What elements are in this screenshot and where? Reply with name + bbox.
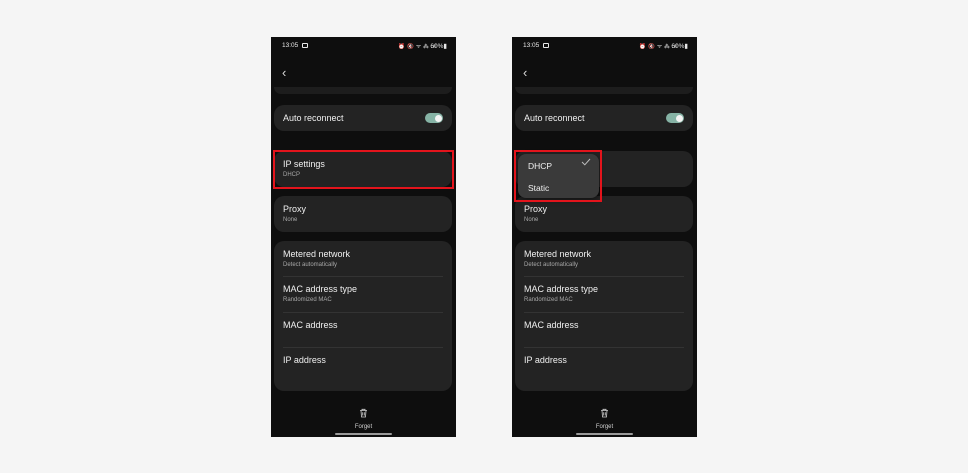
- auto-reconnect-label: Auto reconnect: [283, 113, 344, 123]
- metered-network-value: Detect automatically: [283, 262, 338, 268]
- battery-icon: 60%▮: [671, 43, 688, 50]
- highlight-box: [514, 150, 602, 202]
- network-details-card: Metered network Detect automatically MAC…: [515, 241, 693, 391]
- divider: [283, 347, 443, 348]
- divider: [283, 312, 443, 313]
- back-icon[interactable]: ‹: [523, 66, 527, 79]
- auto-reconnect-card[interactable]: Auto reconnect: [274, 105, 452, 131]
- trash-icon: [360, 408, 367, 418]
- forget-button[interactable]: Forget: [512, 405, 697, 430]
- mac-type-item[interactable]: MAC address type Randomized MAC: [283, 284, 443, 304]
- ip-address-item: IP address: [524, 355, 684, 366]
- proxy-value: None: [283, 217, 298, 223]
- auto-reconnect-toggle[interactable]: [666, 113, 684, 123]
- auto-reconnect-label: Auto reconnect: [524, 113, 585, 123]
- mac-address-item: MAC address: [283, 320, 443, 331]
- mac-type-item[interactable]: MAC address type Randomized MAC: [524, 284, 684, 304]
- highlight-box: [273, 150, 454, 189]
- mac-address-item: MAC address: [524, 320, 684, 331]
- nav-handle[interactable]: [335, 433, 392, 435]
- metered-network-value: Detect automatically: [524, 262, 579, 268]
- mac-address-label: MAC address: [283, 320, 338, 330]
- proxy-card[interactable]: Proxy None: [274, 196, 452, 232]
- metered-network-label: Metered network: [524, 249, 592, 259]
- gallery-icon: [302, 43, 308, 48]
- metered-network-item[interactable]: Metered network Detect automatically: [524, 249, 684, 269]
- status-time: 13:05: [523, 42, 540, 49]
- divider: [524, 276, 684, 277]
- divider: [524, 312, 684, 313]
- mac-type-value: Randomized MAC: [524, 297, 573, 303]
- proxy-label: Proxy: [524, 204, 548, 214]
- card-sliver: [515, 87, 693, 94]
- mac-address-label: MAC address: [524, 320, 579, 330]
- battery-icon: 60%▮: [430, 43, 447, 50]
- forget-label: Forget: [354, 424, 373, 430]
- proxy-label: Proxy: [283, 204, 307, 214]
- metered-network-label: Metered network: [283, 249, 351, 259]
- forget-button[interactable]: Forget: [271, 405, 456, 430]
- mac-type-value: Randomized MAC: [283, 297, 332, 303]
- ip-address-item: IP address: [283, 355, 443, 366]
- phone-screen-right: 13:05 ⏰ 🔇 ᯤ ⁂ .ıl 60%▮ ‹ Auto reconnect …: [512, 37, 697, 437]
- nav-handle[interactable]: [576, 433, 633, 435]
- ip-address-label: IP address: [283, 355, 326, 365]
- status-bar: 13:05 ⏰ 🔇 ᯤ ⁂ .ıl 60%▮: [523, 42, 688, 52]
- forget-label: Forget: [595, 424, 614, 430]
- divider: [524, 347, 684, 348]
- auto-reconnect-toggle[interactable]: [425, 113, 443, 123]
- network-details-card: Metered network Detect automatically MAC…: [274, 241, 452, 391]
- back-icon[interactable]: ‹: [282, 66, 286, 79]
- gallery-icon: [543, 43, 549, 48]
- metered-network-item[interactable]: Metered network Detect automatically: [283, 249, 443, 269]
- ip-address-label: IP address: [524, 355, 567, 365]
- trash-icon: [601, 408, 608, 418]
- proxy-value: None: [524, 217, 539, 223]
- mac-type-label: MAC address type: [524, 284, 599, 294]
- phone-screen-left: 13:05 ⏰ 🔇 ᯤ ⁂ .ıl 60%▮ ‹ Auto reconnect …: [271, 37, 456, 437]
- card-sliver: [274, 87, 452, 94]
- auto-reconnect-card[interactable]: Auto reconnect: [515, 105, 693, 131]
- mac-type-label: MAC address type: [283, 284, 358, 294]
- status-bar: 13:05 ⏰ 🔇 ᯤ ⁂ .ıl 60%▮: [282, 42, 447, 52]
- divider: [283, 276, 443, 277]
- status-time: 13:05: [282, 42, 299, 49]
